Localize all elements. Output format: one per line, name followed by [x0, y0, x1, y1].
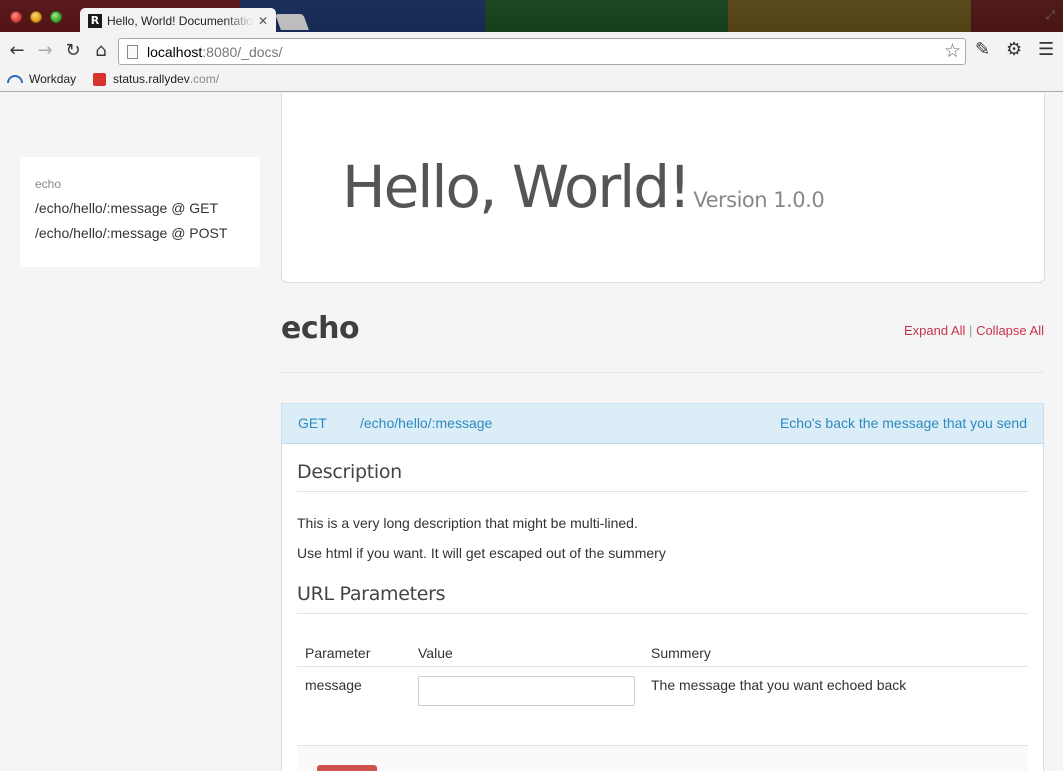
workday-logo-icon	[7, 75, 23, 83]
tab-title: Hello, World! Documentation	[107, 13, 254, 28]
actions-separator: |	[969, 323, 973, 338]
tab-close-icon[interactable]: ✕	[258, 14, 268, 28]
param-summary: The message that you want echoed back	[651, 677, 907, 693]
param-value-cell	[410, 667, 643, 717]
tab-favicon-icon: R	[88, 13, 102, 28]
gear-icon[interactable]: ⚙	[1006, 39, 1022, 61]
section-header: echo Expand All | Collapse All	[281, 311, 1044, 373]
bookmark-label-rest: .com/	[189, 72, 220, 86]
theme-stripe	[485, 0, 728, 32]
page-content: echo /echo/hello/:message @ GET /echo/he…	[0, 93, 1063, 771]
bookmark-star-icon[interactable]: ☆	[944, 40, 961, 62]
sidebar-link-get[interactable]: /echo/hello/:message @ GET	[35, 200, 245, 216]
endpoint-header[interactable]: GET /echo/hello/:message Echo's back the…	[282, 404, 1043, 444]
page-title: Hello, World! Version 1.0.0	[342, 153, 825, 221]
window-minimize-button[interactable]	[30, 11, 42, 23]
expand-all-link[interactable]: Expand All	[904, 323, 965, 338]
url-host: localhost	[147, 43, 203, 60]
rally-logo-icon	[93, 72, 106, 86]
form-actions	[297, 745, 1028, 771]
message-value-input[interactable]	[418, 676, 635, 706]
forward-arrow-icon[interactable]: →	[34, 40, 56, 62]
params-header-row: Parameter Value Summery	[297, 639, 1028, 667]
bookmark-label-host: status.rallydev	[113, 72, 190, 86]
endpoint-body: Description This is a very long descript…	[282, 444, 1043, 771]
section-actions: Expand All | Collapse All	[904, 323, 1044, 338]
version-label: Version 1.0.0	[693, 188, 825, 212]
bookmark-workday[interactable]: Workday	[7, 72, 76, 86]
window-titlebar: R Hello, World! Documentation ✕ ⤢	[0, 0, 1063, 32]
page-icon	[127, 44, 138, 59]
browser-toolbar: ← → ↻ ⌂ localhost:8080/_docs/ ☆ ✎ ⚙ ☰	[0, 32, 1063, 70]
collapse-all-link[interactable]: Collapse All	[976, 323, 1044, 338]
sidebar-link-post[interactable]: /echo/hello/:message @ POST	[35, 225, 245, 241]
menu-icon[interactable]: ☰	[1038, 39, 1054, 61]
hero-unit: Hello, World! Version 1.0.0	[281, 93, 1045, 283]
column-header-parameter: Parameter	[297, 639, 410, 667]
param-name: message	[305, 677, 362, 693]
description-line: Use html if you want. It will get escape…	[297, 545, 666, 561]
sidebar-group-label: echo	[35, 177, 62, 191]
sidebar-nav: echo /echo/hello/:message @ GET /echo/he…	[20, 157, 260, 267]
table-row: message The message that you want echoed…	[297, 667, 1028, 717]
fullscreen-icon[interactable]: ⤢	[1045, 8, 1055, 23]
window-close-button[interactable]	[10, 11, 22, 23]
endpoint-method: GET	[298, 415, 327, 431]
bookmarks-bar: Workday status.rallydev .com/	[0, 70, 1063, 92]
description-line: This is a very long description that mig…	[297, 515, 638, 531]
back-arrow-icon[interactable]: ←	[6, 40, 28, 62]
new-tab-button[interactable]	[275, 14, 309, 30]
address-bar[interactable]: localhost:8080/_docs/ ☆	[118, 38, 966, 65]
endpoint-path: /echo/hello/:message	[360, 415, 493, 431]
tab-active[interactable]: R Hello, World! Documentation ✕	[80, 8, 276, 32]
endpoint-summary: Echo's back the message that you send	[779, 415, 1027, 431]
column-header-value: Value	[410, 639, 643, 667]
endpoint-panel: GET /echo/hello/:message Echo's back the…	[281, 403, 1044, 771]
eyedropper-icon[interactable]: ✎	[975, 39, 990, 61]
url-path: :8080/_docs/	[202, 43, 283, 60]
submit-button[interactable]	[317, 765, 377, 771]
url-params-heading: URL Parameters	[297, 563, 1028, 614]
bookmark-label: Workday	[29, 72, 77, 86]
hero-title-text: Hello, World!	[342, 153, 691, 221]
column-header-summery: Summery	[643, 639, 1028, 667]
window-zoom-button[interactable]	[50, 11, 62, 23]
bookmark-rally-status[interactable]: status.rallydev .com/	[93, 72, 219, 86]
reload-icon[interactable]: ↻	[62, 40, 84, 62]
home-icon[interactable]: ⌂	[90, 40, 112, 62]
description-heading: Description	[297, 444, 1028, 492]
params-table: Parameter Value Summery message The mess…	[297, 639, 1028, 716]
theme-stripe	[728, 0, 971, 32]
